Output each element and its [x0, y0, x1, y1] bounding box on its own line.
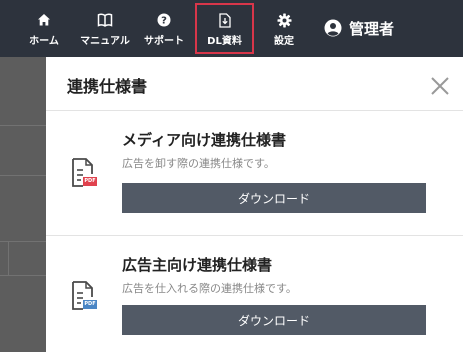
- spec-docs-drawer: 連携仕様書 PDF メディア向け連携仕様書 広告を卸す際の連携仕様です。 ダウン…: [46, 57, 463, 352]
- document-card-media: PDF メディア向け連携仕様書 広告を卸す際の連携仕様です。 ダウンロード: [46, 112, 463, 236]
- background-divider: [0, 241, 46, 242]
- svg-text:?: ?: [161, 16, 167, 27]
- pdf-file-icon: PDF: [70, 280, 98, 312]
- document-title: メディア向け連携仕様書: [122, 131, 286, 149]
- nav-item-dl-docs[interactable]: DL資料: [195, 3, 254, 54]
- nav-item-home-label: ホーム: [29, 36, 59, 47]
- pdf-file-icon: PDF: [70, 157, 98, 189]
- top-navigation-bar: ホーム マニュアル ? サポート DL資料 設定 管理者: [0, 0, 463, 57]
- nav-item-manual[interactable]: マニュアル: [74, 0, 136, 57]
- background-divider: [8, 241, 9, 275]
- document-card-advertiser: PDF 広告主向け連携仕様書 広告を仕入れる際の連携仕様です。 ダウンロード: [46, 237, 463, 352]
- nav-item-support[interactable]: ? サポート: [138, 0, 190, 57]
- nav-item-manual-label: マニュアル: [80, 36, 130, 47]
- pdf-badge: PDF: [84, 301, 96, 307]
- nav-item-support-label: サポート: [144, 36, 184, 47]
- background-divider: [0, 275, 46, 276]
- close-button[interactable]: [430, 76, 450, 96]
- document-title: 広告主向け連携仕様書: [122, 256, 273, 274]
- download-button-advertiser[interactable]: ダウンロード: [122, 305, 426, 335]
- user-name: 管理者: [349, 19, 395, 38]
- document-description: 広告を卸す際の連携仕様です。: [122, 157, 275, 170]
- background-page-overlay[interactable]: [0, 57, 46, 352]
- nav-item-dl-docs-label: DL資料: [207, 36, 242, 47]
- gear-icon: [277, 12, 292, 28]
- download-button-media[interactable]: ダウンロード: [122, 183, 426, 213]
- drawer-header: 連携仕様書: [46, 57, 463, 111]
- drawer-title: 連携仕様書: [67, 77, 148, 96]
- help-icon: ?: [157, 12, 171, 28]
- nav-item-settings[interactable]: 設定: [264, 0, 304, 57]
- download-doc-icon: [218, 12, 231, 28]
- nav-item-home[interactable]: ホーム: [22, 0, 66, 57]
- document-description: 広告を仕入れる際の連携仕様です。: [122, 282, 297, 295]
- nav-item-settings-label: 設定: [274, 36, 294, 47]
- background-divider: [0, 125, 46, 126]
- book-icon: [97, 12, 113, 28]
- home-icon: [37, 12, 51, 28]
- user-menu[interactable]: 管理者: [324, 17, 394, 39]
- close-icon: [431, 77, 449, 95]
- background-divider: [0, 175, 46, 176]
- user-avatar-icon: [324, 19, 342, 37]
- pdf-badge: PDF: [84, 178, 96, 184]
